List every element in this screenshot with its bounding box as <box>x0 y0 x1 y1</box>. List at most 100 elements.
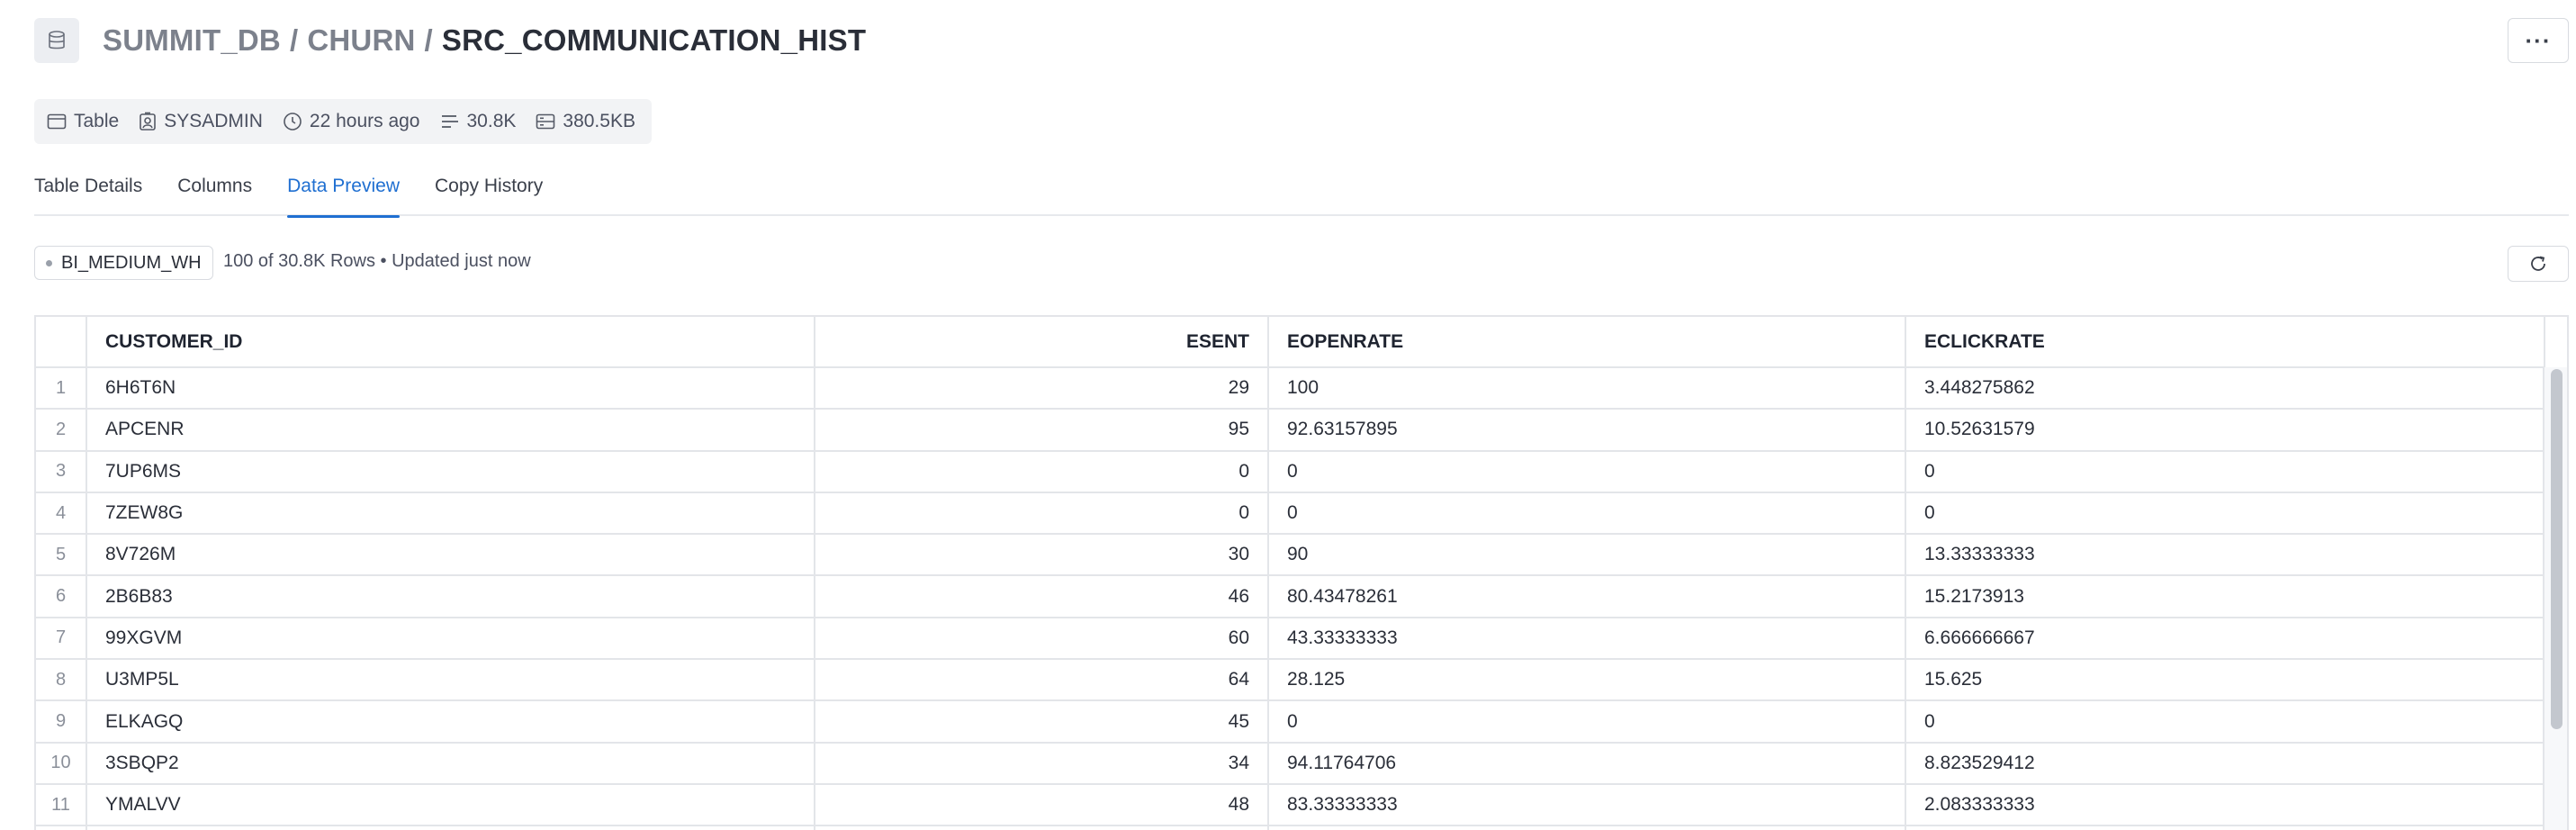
cell-eopenrate[interactable]: 94.11764706 <box>1268 742 1906 785</box>
cell-eopenrate[interactable]: 83.33333333 <box>1268 783 1906 827</box>
table-row[interactable]: 11 YMALVV 48 83.33333333 2.083333333 <box>36 783 2545 827</box>
row-number: 9 <box>36 700 87 744</box>
breadcrumb: SUMMIT_DB / CHURN / SRC_COMMUNICATION_HI… <box>103 20 866 61</box>
meta-type-label: Table <box>74 111 120 131</box>
cell-customer-id[interactable] <box>86 825 815 830</box>
table-row[interactable]: 10 3SBQP2 34 94.11764706 8.823529412 <box>36 742 2545 785</box>
cell-customer-id[interactable]: 99XGVM <box>86 617 815 661</box>
table-row[interactable]: 5 8V726M 30 90 13.33333333 <box>36 534 2545 577</box>
cell-eclickrate[interactable]: 2.083333333 <box>1905 783 2545 827</box>
cell-customer-id[interactable]: 2B6B83 <box>86 575 815 618</box>
meta-rows-label: 30.8K <box>466 111 517 131</box>
cell-esent[interactable]: 30 <box>815 534 1269 577</box>
more-icon: ··· <box>2525 26 2552 54</box>
cell-eopenrate[interactable]: 80.43478261 <box>1268 575 1906 618</box>
tab-columns[interactable]: Columns <box>177 167 252 216</box>
cell-eclickrate[interactable]: 15.625 <box>1905 659 2545 702</box>
table-metadata-bar: Table SYSADMIN 22 hours ago 30.8K 380.5K… <box>34 99 652 144</box>
cell-eopenrate[interactable]: 28.125 <box>1268 659 1906 702</box>
cell-eopenrate[interactable]: 90 <box>1268 534 1906 577</box>
cell-eclickrate[interactable] <box>1905 825 2545 830</box>
tab-copy-history[interactable]: Copy History <box>435 167 543 216</box>
cell-customer-id[interactable]: APCENR <box>86 409 815 452</box>
meta-rows: 30.8K <box>440 111 517 132</box>
owner-role-icon <box>140 112 157 131</box>
cell-eopenrate[interactable] <box>1268 825 1906 830</box>
row-number: 11 <box>36 783 87 827</box>
breadcrumb-separator: / <box>289 23 299 57</box>
cell-esent[interactable]: 29 <box>815 367 1269 410</box>
column-header-esent[interactable]: ESENT <box>815 317 1269 368</box>
cell-eclickrate[interactable]: 13.33333333 <box>1905 534 2545 577</box>
column-header-eclickrate[interactable]: ECLICKRATE <box>1905 317 2545 368</box>
table-row[interactable]: 3 7UP6MS 0 0 0 <box>36 450 2545 493</box>
table-row[interactable]: 6 2B6B83 46 80.43478261 15.2173913 <box>36 575 2545 618</box>
cell-eopenrate[interactable]: 0 <box>1268 492 1906 536</box>
cell-eclickrate[interactable]: 0 <box>1905 492 2545 536</box>
cell-esent[interactable]: 95 <box>815 409 1269 452</box>
refresh-button[interactable] <box>2508 246 2569 282</box>
meta-size: 380.5KB <box>536 111 635 132</box>
cell-esent[interactable]: 34 <box>815 742 1269 785</box>
row-number: 5 <box>36 534 87 577</box>
cell-esent[interactable]: 45 <box>815 700 1269 744</box>
breadcrumb-schema[interactable]: CHURN <box>307 23 415 58</box>
cell-eopenrate[interactable]: 100 <box>1268 367 1906 410</box>
tab-table-details[interactable]: Table Details <box>34 167 142 216</box>
table-row[interactable]: 9 ELKAGQ 45 0 0 <box>36 700 2545 744</box>
cell-eclickrate[interactable]: 3.448275862 <box>1905 367 2545 410</box>
cell-customer-id[interactable]: ELKAGQ <box>86 700 815 744</box>
clock-icon <box>284 113 302 131</box>
row-number: 12 <box>36 825 87 830</box>
table-row[interactable]: 2 APCENR 95 92.63157895 10.52631579 <box>36 409 2545 452</box>
cell-esent[interactable]: 0 <box>815 492 1269 536</box>
cell-esent[interactable]: 60 <box>815 617 1269 661</box>
row-number: 3 <box>36 450 87 493</box>
cell-customer-id[interactable]: 8V726M <box>86 534 815 577</box>
column-header-customer-id[interactable]: CUSTOMER_ID <box>86 317 815 368</box>
meta-owner: SYSADMIN <box>139 111 263 132</box>
row-number: 8 <box>36 659 87 702</box>
cell-eclickrate[interactable]: 15.2173913 <box>1905 575 2545 618</box>
meta-updated: 22 hours ago <box>283 111 420 132</box>
cell-esent[interactable]: 46 <box>815 575 1269 618</box>
column-header-eopenrate[interactable]: EOPENRATE <box>1268 317 1906 368</box>
data-table: CUSTOMER_ID ESENT EOPENRATE ECLICKRATE 1… <box>36 317 2545 830</box>
table-header-row: CUSTOMER_ID ESENT EOPENRATE ECLICKRATE <box>36 317 2545 368</box>
cell-customer-id[interactable]: 7UP6MS <box>86 450 815 493</box>
cell-customer-id[interactable]: 7ZEW8G <box>86 492 815 536</box>
cell-eopenrate[interactable]: 92.63157895 <box>1268 409 1906 452</box>
cell-eopenrate[interactable]: 0 <box>1268 450 1906 493</box>
cell-customer-id[interactable]: U3MP5L <box>86 659 815 702</box>
cell-eclickrate[interactable]: 8.823529412 <box>1905 742 2545 785</box>
table-row[interactable]: 7 99XGVM 60 43.33333333 6.666666667 <box>36 617 2545 661</box>
warehouse-selector[interactable]: BI_MEDIUM_WH <box>34 246 213 280</box>
cell-esent[interactable] <box>815 825 1269 830</box>
tab-bar: Table Details Columns Data Preview Copy … <box>34 167 2569 218</box>
database-icon <box>49 31 65 50</box>
table-row[interactable]: 4 7ZEW8G 0 0 0 <box>36 492 2545 536</box>
row-number: 2 <box>36 409 87 452</box>
cell-eopenrate[interactable]: 0 <box>1268 700 1906 744</box>
cell-customer-id[interactable]: YMALVV <box>86 783 815 827</box>
cell-customer-id[interactable]: 6H6T6N <box>86 367 815 410</box>
cell-eclickrate[interactable]: 10.52631579 <box>1905 409 2545 452</box>
table-row[interactable]: 8 U3MP5L 64 28.125 15.625 <box>36 659 2545 702</box>
cell-esent[interactable]: 0 <box>815 450 1269 493</box>
cell-esent[interactable]: 48 <box>815 783 1269 827</box>
refresh-icon <box>2531 256 2545 271</box>
cell-customer-id[interactable]: 3SBQP2 <box>86 742 815 785</box>
table-row[interactable]: 1 6H6T6N 29 100 3.448275862 <box>36 367 2545 410</box>
cell-eclickrate[interactable]: 0 <box>1905 700 2545 744</box>
more-options-button[interactable]: ··· <box>2508 18 2569 63</box>
cell-eclickrate[interactable]: 0 <box>1905 450 2545 493</box>
page-title: SRC_COMMUNICATION_HIST <box>441 23 867 57</box>
cell-eopenrate[interactable]: 43.33333333 <box>1268 617 1906 661</box>
vertical-scrollbar[interactable] <box>2543 367 2567 830</box>
scrollbar-thumb[interactable] <box>2551 369 2562 729</box>
breadcrumb-database[interactable]: SUMMIT_DB <box>103 23 281 58</box>
cell-esent[interactable]: 64 <box>815 659 1269 702</box>
tab-data-preview[interactable]: Data Preview <box>287 167 400 218</box>
cell-eclickrate[interactable]: 6.666666667 <box>1905 617 2545 661</box>
table-row[interactable]: 12 <box>36 825 2545 830</box>
